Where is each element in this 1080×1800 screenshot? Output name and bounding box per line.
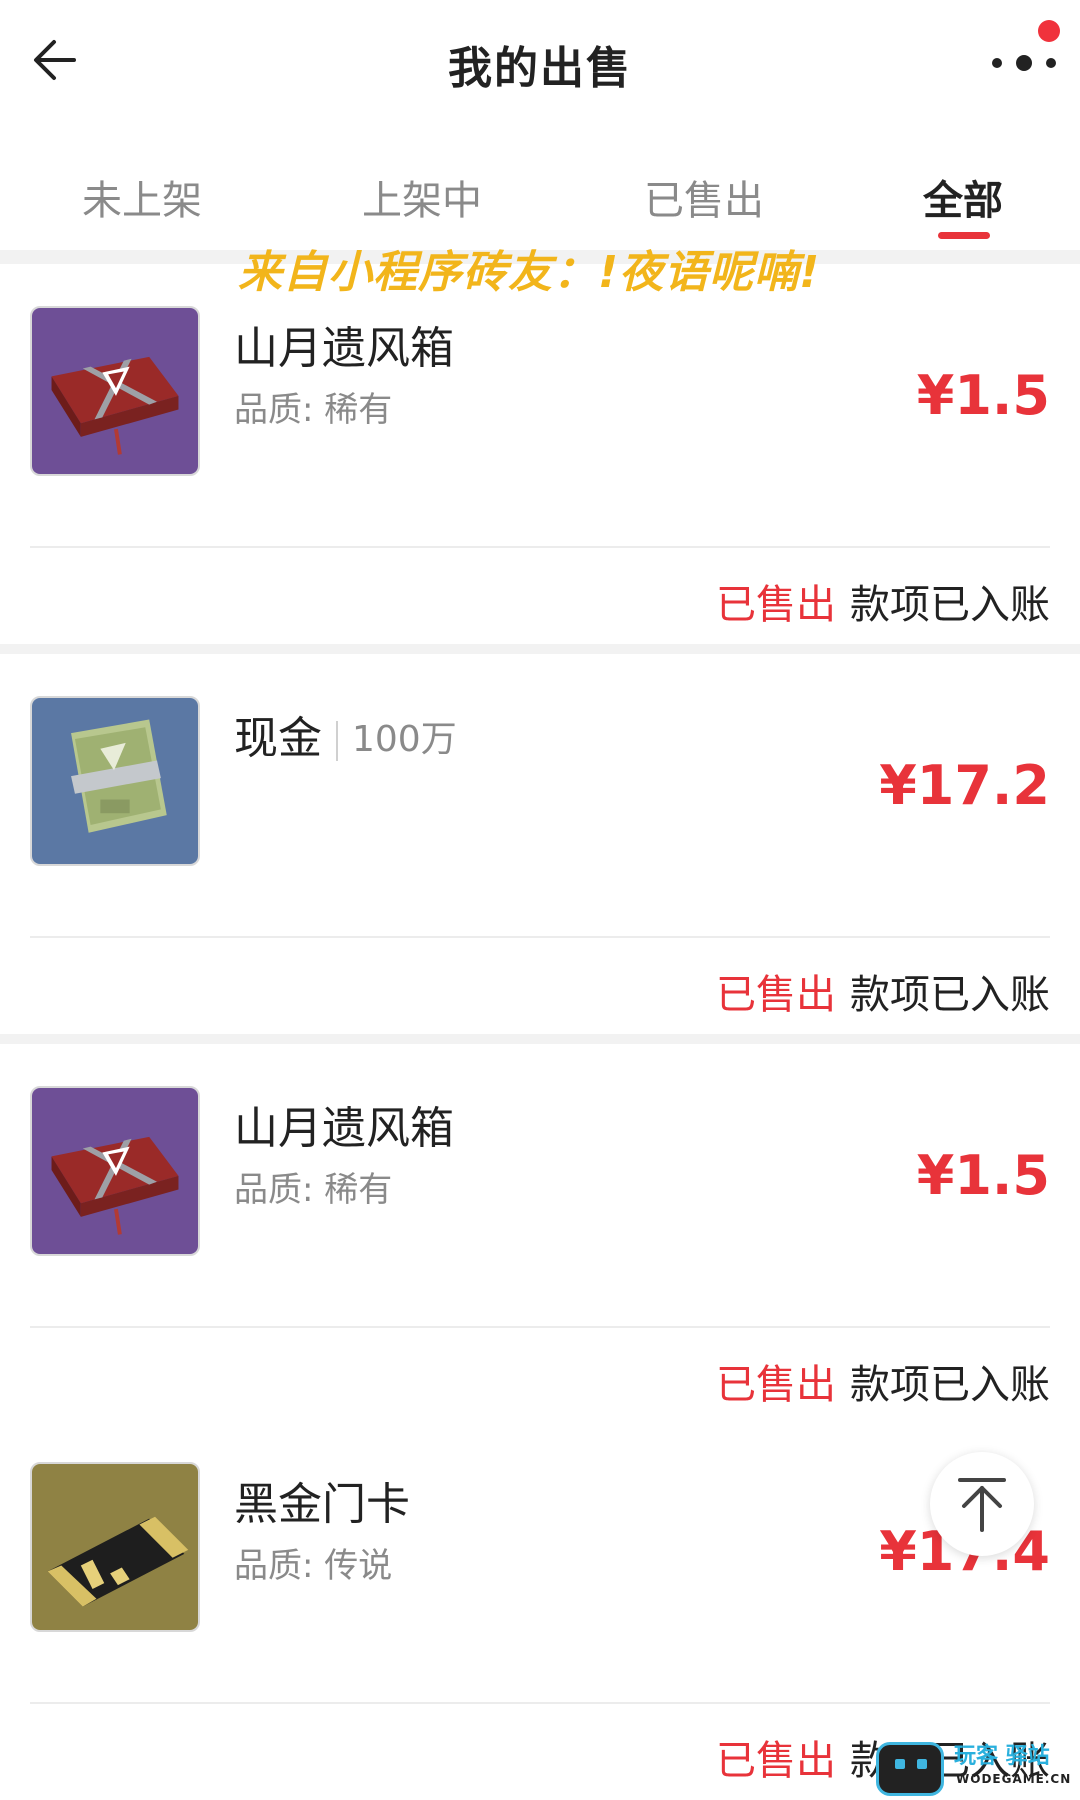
item-name: 现金 <box>234 713 322 764</box>
cash-stack-icon <box>30 696 200 866</box>
tab-unlisted[interactable]: 未上架 <box>82 168 202 226</box>
item-amount-wrap: 100万 <box>336 710 457 762</box>
order-card[interactable]: 山月遗风箱 品质: 稀有 ¥1.5 已售出 款项已入账 <box>0 1044 1080 1424</box>
status-sold-label: 已售出 <box>716 582 836 628</box>
order-card[interactable]: 山月遗风箱 品质: 稀有 ¥1.5 已售出 款项已入账 <box>0 264 1080 644</box>
item-price: ¥17.2 <box>879 754 1050 817</box>
status-sold-label: 已售出 <box>716 972 836 1018</box>
payment-status-label: 款项已入账 <box>850 582 1050 628</box>
app-header: 我的出售 <box>0 0 1080 130</box>
item-quality: 品质: 稀有 <box>234 390 393 430</box>
red-supply-crate-icon <box>30 1086 200 1256</box>
item-amount: 100万 <box>352 719 457 760</box>
active-tab-indicator <box>938 232 990 239</box>
card-divider <box>30 936 1050 938</box>
item-name: 山月遗风箱 <box>234 1103 454 1154</box>
payment-status-label: 款项已入账 <box>850 972 1050 1018</box>
red-supply-crate-icon <box>30 306 200 476</box>
black-gold-pass-card-icon <box>30 1462 200 1632</box>
order-status: 已售出 款项已入账 <box>716 572 1050 630</box>
robot-logo-icon <box>876 1742 944 1796</box>
page-title: 我的出售 <box>448 43 632 94</box>
site-logo: 玩客 驿站 WODEGAME.CN <box>872 1732 1080 1800</box>
item-name: 黑金门卡 <box>234 1479 410 1530</box>
tab-all[interactable]: 全部 <box>923 168 1003 226</box>
payment-status-label: 款项已入账 <box>850 1362 1050 1408</box>
status-sold-label: 已售出 <box>716 1738 836 1784</box>
item-quality: 品质: 传说 <box>234 1546 393 1586</box>
brand-title: 玩客 驿站 <box>954 1744 1050 1769</box>
tab-listed[interactable]: 上架中 <box>362 168 482 226</box>
back-to-top-button[interactable] <box>930 1452 1034 1556</box>
arrow-up-icon <box>958 1478 1006 1532</box>
item-quality: 品质: 稀有 <box>234 1170 393 1210</box>
more-options-icon[interactable] <box>986 48 1070 78</box>
card-divider <box>30 1702 1050 1704</box>
item-price: ¥1.5 <box>916 364 1050 427</box>
card-divider <box>30 1326 1050 1328</box>
status-sold-label: 已售出 <box>716 1362 836 1408</box>
filter-tabs: 未上架 上架中 已售出 全部 <box>0 140 1080 250</box>
tab-sold[interactable]: 已售出 <box>644 168 764 226</box>
order-status: 已售出 款项已入账 <box>716 1352 1050 1410</box>
item-price: ¥1.5 <box>916 1144 1050 1207</box>
order-status: 已售出 款项已入账 <box>716 962 1050 1020</box>
card-divider <box>30 546 1050 548</box>
notification-dot <box>1038 20 1060 42</box>
brand-subtitle: WODEGAME.CN <box>956 1772 1072 1786</box>
watermark-text: 来自小程序砖友：!夜语呢喃! <box>238 247 821 298</box>
order-card[interactable]: 现金 100万 ¥17.2 已售出 款项已入账 <box>0 654 1080 1034</box>
item-name: 山月遗风箱 <box>234 323 454 374</box>
